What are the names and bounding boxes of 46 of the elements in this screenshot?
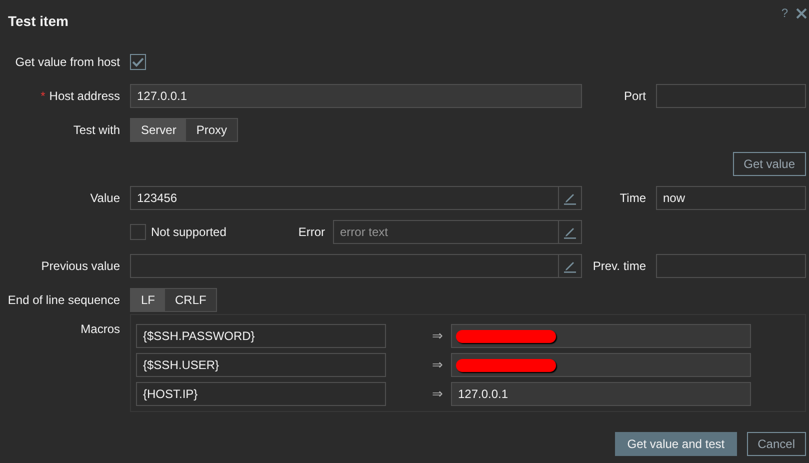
edit-button[interactable]: [558, 186, 582, 210]
arrow-icon: ⇒: [386, 384, 451, 404]
segment-tab[interactable]: CRLF: [165, 289, 216, 311]
segment-tab[interactable]: Server: [131, 119, 186, 141]
get-value-button[interactable]: Get value: [732, 152, 806, 176]
arrow-icon: ⇒: [386, 355, 451, 375]
input-field[interactable]: 123456: [130, 186, 558, 210]
macro-value-field[interactable]: [451, 324, 751, 348]
input-field[interactable]: [656, 84, 806, 108]
macro-value-field[interactable]: [451, 353, 751, 377]
input-field[interactable]: [656, 254, 806, 278]
macro-value-field[interactable]: 127.0.0.1: [451, 382, 751, 406]
macro-name-field[interactable]: {$SSH.PASSWORD}: [136, 324, 386, 348]
macro-name-field[interactable]: {HOST.IP}: [136, 382, 386, 406]
field-label: Error: [298, 224, 325, 241]
edit-button[interactable]: [558, 220, 582, 244]
field-label: Previous value: [41, 258, 120, 275]
segment-tab[interactable]: LF: [131, 289, 166, 311]
checkbox[interactable]: [130, 54, 146, 70]
field-label: Value: [90, 190, 120, 207]
field-label: Port: [624, 88, 646, 105]
pencil-icon: [563, 225, 577, 239]
input-field[interactable]: error text: [333, 220, 558, 244]
field-label: * Host address: [40, 88, 120, 105]
field-label: Get value from host: [15, 54, 120, 71]
checkbox-label: Not supported: [151, 224, 226, 241]
pencil-icon: [563, 191, 577, 205]
dialog-title: Test item: [8, 13, 68, 29]
input-field[interactable]: 127.0.0.1: [130, 84, 582, 108]
field-label: Macros: [80, 321, 120, 338]
edit-button[interactable]: [558, 254, 582, 278]
close-icon[interactable]: [796, 8, 807, 18]
help-button[interactable]: ?: [781, 4, 788, 22]
cancel-button[interactable]: Cancel: [746, 432, 806, 456]
test-button[interactable]: Get value and test: [615, 432, 737, 456]
field-label: Time: [620, 190, 646, 207]
pencil-icon: [563, 259, 577, 273]
input-field[interactable]: now: [656, 186, 806, 210]
arrow-icon: ⇒: [386, 326, 451, 346]
field-label: Test with: [73, 122, 120, 139]
segment-tab[interactable]: Proxy: [186, 119, 238, 141]
macro-name-field[interactable]: {$SSH.USER}: [136, 353, 386, 377]
input-field[interactable]: [130, 254, 558, 278]
field-label: End of line sequence: [8, 292, 120, 309]
checkbox[interactable]: [130, 224, 146, 240]
field-label: Prev. time: [592, 258, 646, 275]
